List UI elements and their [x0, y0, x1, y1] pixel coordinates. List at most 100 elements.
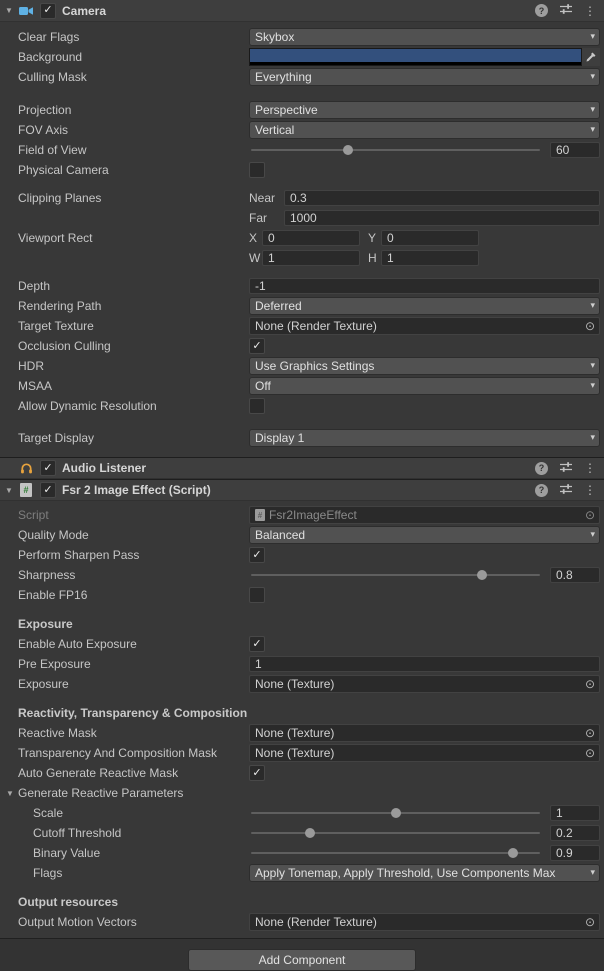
reactive-mask-object-field[interactable]: None (Texture) ⊙: [249, 724, 600, 742]
msaa-row: MSAA Off ▾: [0, 376, 600, 396]
object-picker-icon[interactable]: ⊙: [583, 509, 597, 521]
x-label: X: [249, 231, 262, 245]
sharpness-row: Sharpness 0.8: [0, 565, 600, 585]
target-display-row: Target Display Display 1 ▾: [0, 428, 600, 448]
reactivity-section-header: Reactivity, Transparency & Composition: [0, 703, 600, 723]
audio-listener-title: Audio Listener: [62, 461, 535, 475]
auto-generate-reactive-mask-checkbox[interactable]: ✓: [249, 765, 265, 781]
viewport-x-input[interactable]: 0: [262, 230, 360, 246]
near-input[interactable]: 0.3: [284, 190, 600, 206]
more-menu-icon[interactable]: ⋮: [584, 462, 596, 474]
far-input[interactable]: 1000: [284, 210, 600, 226]
slider-thumb[interactable]: [343, 145, 353, 155]
h-label: H: [368, 251, 381, 265]
viewport-y-input[interactable]: 0: [381, 230, 479, 246]
projection-dropdown[interactable]: Perspective ▾: [249, 101, 600, 119]
help-icon[interactable]: ?: [535, 4, 548, 17]
more-menu-icon[interactable]: ⋮: [584, 484, 596, 496]
fsr2-component-header[interactable]: ▼ # ✓ Fsr 2 Image Effect (Script) ? ⋮: [0, 479, 604, 501]
audio-listener-component-header[interactable]: ✓ Audio Listener ? ⋮: [0, 457, 604, 479]
quality-mode-row: Quality Mode Balanced ▾: [0, 525, 600, 545]
target-texture-object-field[interactable]: None (Render Texture) ⊙: [249, 317, 600, 335]
foldout-arrow-icon[interactable]: ▼: [5, 486, 18, 495]
culling-mask-dropdown[interactable]: Everything ▾: [249, 68, 600, 86]
target-display-dropdown[interactable]: Display 1 ▾: [249, 429, 600, 447]
output-motion-vectors-object-field[interactable]: None (Render Texture) ⊙: [249, 913, 600, 931]
occlusion-culling-checkbox[interactable]: ✓: [249, 338, 265, 354]
clear-flags-dropdown[interactable]: Skybox ▾: [249, 28, 600, 46]
far-label: Far: [249, 211, 284, 225]
physical-camera-checkbox[interactable]: [249, 162, 265, 178]
cutoff-threshold-input[interactable]: 0.2: [550, 825, 600, 841]
binary-value-input[interactable]: 0.9: [550, 845, 600, 861]
scale-input[interactable]: 1: [550, 805, 600, 821]
fov-axis-label: FOV Axis: [0, 123, 249, 137]
foldout-arrow-icon[interactable]: ▼: [6, 789, 18, 798]
viewport-rect-label: Viewport Rect: [0, 231, 249, 245]
camera-component-header[interactable]: ▼ ✓ Camera ? ⋮: [0, 0, 604, 22]
binary-value-slider[interactable]: [249, 845, 542, 861]
transparency-mask-object-field[interactable]: None (Texture) ⊙: [249, 744, 600, 762]
pre-exposure-input[interactable]: 1: [249, 656, 600, 672]
presets-icon[interactable]: [559, 482, 573, 499]
object-picker-icon[interactable]: ⊙: [583, 747, 597, 759]
field-of-view-input[interactable]: 60: [550, 142, 600, 158]
sharpness-input[interactable]: 0.8: [550, 567, 600, 583]
depth-input[interactable]: -1: [249, 278, 600, 294]
fsr2-enabled-checkbox[interactable]: ✓: [40, 482, 56, 498]
allow-dynamic-resolution-row: Allow Dynamic Resolution: [0, 396, 600, 416]
foldout-arrow-icon[interactable]: ▼: [5, 6, 18, 15]
viewport-w-input[interactable]: 1: [262, 250, 360, 266]
object-picker-icon[interactable]: ⊙: [583, 727, 597, 739]
slider-track: [251, 832, 540, 834]
rendering-path-dropdown[interactable]: Deferred ▾: [249, 297, 600, 315]
audio-listener-enabled-checkbox[interactable]: ✓: [40, 460, 56, 476]
quality-mode-dropdown[interactable]: Balanced ▾: [249, 526, 600, 544]
camera-enabled-checkbox[interactable]: ✓: [40, 3, 56, 19]
flags-value: Apply Tonemap, Apply Threshold, Use Comp…: [255, 866, 585, 880]
more-menu-icon[interactable]: ⋮: [584, 5, 596, 17]
hdr-dropdown[interactable]: Use Graphics Settings ▾: [249, 357, 600, 375]
hdr-label: HDR: [0, 359, 249, 373]
msaa-dropdown[interactable]: Off ▾: [249, 377, 600, 395]
projection-row: Projection Perspective ▾: [0, 100, 600, 120]
background-color-swatch[interactable]: [249, 48, 582, 66]
fov-axis-dropdown[interactable]: Vertical ▾: [249, 121, 600, 139]
viewport-h-input[interactable]: 1: [381, 250, 479, 266]
sharpness-slider[interactable]: [249, 567, 542, 583]
output-resources-section-title: Output resources: [0, 895, 118, 909]
transparency-mask-label: Transparency And Composition Mask: [0, 746, 249, 760]
slider-thumb[interactable]: [477, 570, 487, 580]
exposure-section-title: Exposure: [0, 617, 73, 631]
slider-thumb[interactable]: [508, 848, 518, 858]
enable-fp16-checkbox[interactable]: [249, 587, 265, 603]
cutoff-threshold-row: Cutoff Threshold 0.2: [0, 823, 600, 843]
help-icon[interactable]: ?: [535, 462, 548, 475]
script-object-field[interactable]: # Fsr2ImageEffect ⊙: [249, 506, 600, 524]
script-value: Fsr2ImageEffect: [269, 508, 583, 522]
presets-icon[interactable]: [559, 460, 573, 477]
viewport-rect-wh-row: W 1 H 1: [0, 248, 600, 268]
slider-thumb[interactable]: [305, 828, 315, 838]
field-of-view-slider[interactable]: [249, 142, 542, 158]
exposure-object-field[interactable]: None (Texture) ⊙: [249, 675, 600, 693]
presets-icon[interactable]: [559, 2, 573, 19]
object-picker-icon[interactable]: ⊙: [583, 916, 597, 928]
scale-row: Scale 1: [0, 803, 600, 823]
help-icon[interactable]: ?: [535, 484, 548, 497]
allow-dynamic-resolution-checkbox[interactable]: [249, 398, 265, 414]
flags-dropdown[interactable]: Apply Tonemap, Apply Threshold, Use Comp…: [249, 864, 600, 882]
chevron-down-icon: ▾: [590, 432, 595, 443]
perform-sharpen-pass-checkbox[interactable]: ✓: [249, 547, 265, 563]
fsr2-component-body: Script # Fsr2ImageEffect ⊙ Quality Mode …: [0, 501, 604, 938]
enable-auto-exposure-checkbox[interactable]: ✓: [249, 636, 265, 652]
chevron-down-icon: ▾: [590, 71, 595, 82]
object-picker-icon[interactable]: ⊙: [583, 320, 597, 332]
fsr2-title: Fsr 2 Image Effect (Script): [62, 483, 535, 497]
slider-thumb[interactable]: [391, 808, 401, 818]
object-picker-icon[interactable]: ⊙: [583, 678, 597, 690]
eyedropper-icon[interactable]: [582, 48, 600, 66]
generate-reactive-parameters-foldout[interactable]: ▼ Generate Reactive Parameters: [0, 786, 249, 800]
cutoff-threshold-slider[interactable]: [249, 825, 542, 841]
scale-slider[interactable]: [249, 805, 542, 821]
